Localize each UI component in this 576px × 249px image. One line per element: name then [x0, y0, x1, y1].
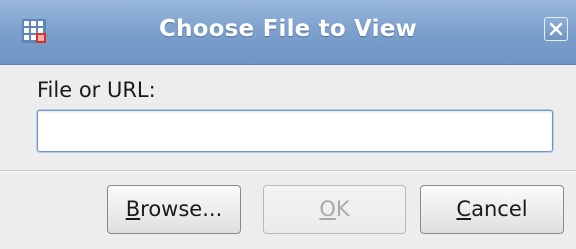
file-or-url-input[interactable] [37, 110, 553, 152]
close-icon [549, 22, 563, 36]
ok-button[interactable]: OK [263, 185, 406, 234]
browse-button[interactable]: Browse... [107, 185, 241, 234]
ok-label: K [335, 197, 350, 221]
cancel-button[interactable]: Cancel [420, 185, 564, 234]
file-or-url-label: File or URL: [37, 78, 156, 102]
cancel-label: ancel [471, 197, 528, 221]
dialog-title: Choose File to View [159, 16, 417, 42]
title-bar[interactable]: Choose File to View [0, 0, 576, 65]
choose-file-dialog: Choose File to View File or URL: Browse.… [0, 0, 576, 249]
browse-mnemonic: B [125, 197, 141, 221]
close-button[interactable] [544, 17, 568, 41]
ok-mnemonic: O [319, 197, 336, 221]
browse-label: rowse... [140, 197, 223, 221]
button-separator [0, 170, 576, 172]
cancel-mnemonic: C [456, 197, 472, 221]
